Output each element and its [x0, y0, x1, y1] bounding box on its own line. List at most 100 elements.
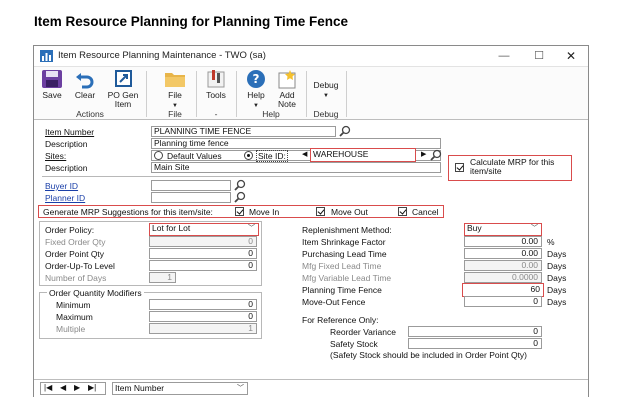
- search-icon[interactable]: [234, 191, 246, 203]
- search-icon[interactable]: [234, 179, 246, 191]
- default-values-label: Default Values: [167, 151, 222, 161]
- safety-stock-field: 0: [408, 338, 542, 349]
- ribbon-toolbar: Save Clear PO Gen Item Actions File ▼ Fi…: [34, 66, 588, 120]
- sort-by-select[interactable]: Item Number ﹀: [112, 382, 248, 395]
- move-out-fence-field[interactable]: 0: [464, 296, 542, 307]
- site-id-label: Site ID:: [256, 150, 288, 162]
- help-label: Help: [247, 90, 265, 100]
- search-icon[interactable]: [339, 125, 351, 137]
- multiple-field: 1: [149, 323, 257, 334]
- save-button[interactable]: Save: [39, 69, 65, 100]
- item-number-label[interactable]: Item Number: [45, 127, 94, 137]
- save-label: Save: [42, 90, 62, 100]
- default-values-radio[interactable]: [154, 151, 163, 160]
- order-policy-select[interactable]: Lot for Lot ﹀: [149, 223, 259, 236]
- calculate-mrp-checkbox[interactable]: [455, 163, 464, 172]
- mfg-fixed-lead-time-field: 0.00: [464, 260, 542, 271]
- previous-record-icon[interactable]: ◀: [60, 383, 66, 392]
- record-navigation-bar: |◀ ◀ ▶ ▶| Item Number ﹀: [34, 379, 588, 397]
- po-gen-icon: [115, 70, 132, 87]
- next-record-icon[interactable]: ▶: [74, 383, 80, 392]
- add-note-label: Add Note: [278, 90, 296, 109]
- move-out-checkbox[interactable]: [316, 207, 325, 216]
- debug-menu-button[interactable]: Debug ▼: [310, 81, 342, 101]
- move-in-checkbox[interactable]: [235, 207, 244, 216]
- item-shrinkage-field[interactable]: 0.00: [464, 236, 542, 247]
- first-record-icon[interactable]: |◀: [44, 383, 52, 392]
- purchasing-lead-time-label: Purchasing Lead Time: [302, 249, 387, 259]
- minimize-button[interactable]: —: [489, 48, 519, 64]
- form-area: Item Number PLANNING TIME FENCE Descript…: [34, 121, 588, 396]
- days-unit: Days: [547, 285, 567, 295]
- maximize-button[interactable]: ☐: [524, 48, 554, 64]
- close-button[interactable]: ✕: [556, 48, 586, 64]
- purchasing-lead-time-field[interactable]: 0.00: [464, 248, 542, 259]
- sites-label[interactable]: Sites:: [45, 151, 66, 161]
- item-number-field[interactable]: PLANNING TIME FENCE: [151, 126, 336, 137]
- search-icon[interactable]: [430, 149, 442, 161]
- chevron-down-icon: ▼: [323, 93, 329, 99]
- file-menu-button[interactable]: File ▼: [162, 69, 188, 111]
- site-id-radio[interactable]: [244, 151, 253, 160]
- next-site-arrow[interactable]: ▶: [421, 150, 426, 158]
- planning-time-fence-label: Planning Time Fence: [302, 285, 382, 295]
- actions-group-label: Actions: [76, 109, 104, 119]
- chevron-down-icon: ﹀: [248, 225, 255, 232]
- title-bar: Item Resource Planning Maintenance - TWO…: [34, 46, 588, 66]
- clear-button[interactable]: Clear: [72, 69, 98, 100]
- order-quantity-modifiers-title: Order Quantity Modifiers: [47, 288, 144, 298]
- days-unit: Days: [547, 249, 567, 259]
- calculate-mrp-label: Calculate MRP for this item/site: [470, 157, 555, 176]
- percent-unit: %: [547, 237, 555, 247]
- description-label: Description: [45, 139, 88, 149]
- sort-by-value: Item Number: [115, 383, 165, 393]
- chevron-down-icon: ﹀: [237, 385, 244, 392]
- planner-id-field[interactable]: [151, 192, 231, 203]
- ribbon-separator: [346, 71, 347, 117]
- file-group-label: File: [168, 109, 182, 119]
- po-gen-item-button[interactable]: PO Gen Item: [106, 69, 140, 109]
- add-note-button[interactable]: Add Note: [274, 69, 300, 109]
- order-up-to-field[interactable]: 0: [149, 260, 257, 271]
- last-record-icon[interactable]: ▶|: [88, 383, 96, 392]
- number-of-days-field: 1: [149, 272, 176, 283]
- multiple-label: Multiple: [56, 324, 86, 334]
- maximum-field[interactable]: 0: [149, 311, 257, 322]
- help-icon: ?: [247, 70, 265, 88]
- help-group-label: Help: [262, 109, 280, 119]
- help-menu-button[interactable]: ? Help ▼: [242, 69, 270, 111]
- planner-id-link[interactable]: Planner ID: [45, 193, 85, 203]
- window-title: Item Resource Planning Maintenance - TWO…: [58, 50, 266, 61]
- mfg-variable-lead-time-label: Mfg Variable Lead Time: [302, 273, 392, 283]
- reference-only-label: For Reference Only:: [302, 315, 379, 325]
- debug-group-label: Debug: [313, 109, 339, 119]
- file-label: File: [168, 90, 182, 100]
- folder-icon: [165, 73, 185, 87]
- reorder-variance-field: 0: [408, 326, 542, 337]
- ribbon-separator: [306, 71, 307, 117]
- replenishment-method-select[interactable]: Buy ﹀: [464, 223, 542, 236]
- order-up-to-label: Order-Up-To Level: [45, 261, 115, 271]
- save-icon: [42, 70, 62, 88]
- cancel-checkbox[interactable]: [398, 207, 407, 216]
- minimum-label: Minimum: [56, 300, 91, 310]
- tools-group-label: -: [214, 109, 218, 119]
- site-description-label: Description: [45, 163, 88, 173]
- order-point-qty-field[interactable]: 0: [149, 248, 257, 259]
- cancel-label: Cancel: [412, 207, 439, 217]
- divider: [42, 176, 442, 177]
- days-unit: Days: [547, 273, 567, 283]
- previous-site-arrow[interactable]: ◀: [302, 150, 307, 158]
- move-out-fence-label: Move-Out Fence: [302, 297, 366, 307]
- buyer-id-field[interactable]: [151, 180, 231, 191]
- tools-menu-button[interactable]: Tools: [202, 69, 230, 100]
- order-policy-value: Lot for Lot: [152, 223, 191, 233]
- buyer-id-link[interactable]: Buyer ID: [45, 181, 78, 191]
- safety-stock-note: (Safety Stock should be included in Orde…: [330, 350, 528, 360]
- minimum-field[interactable]: 0: [149, 299, 257, 310]
- tools-label: Tools: [206, 90, 226, 100]
- site-description-field[interactable]: Main Site: [151, 162, 441, 173]
- move-in-label: Move In: [249, 207, 280, 217]
- planning-time-fence-field[interactable]: 60: [462, 283, 544, 297]
- site-id-field[interactable]: WAREHOUSE: [310, 148, 416, 162]
